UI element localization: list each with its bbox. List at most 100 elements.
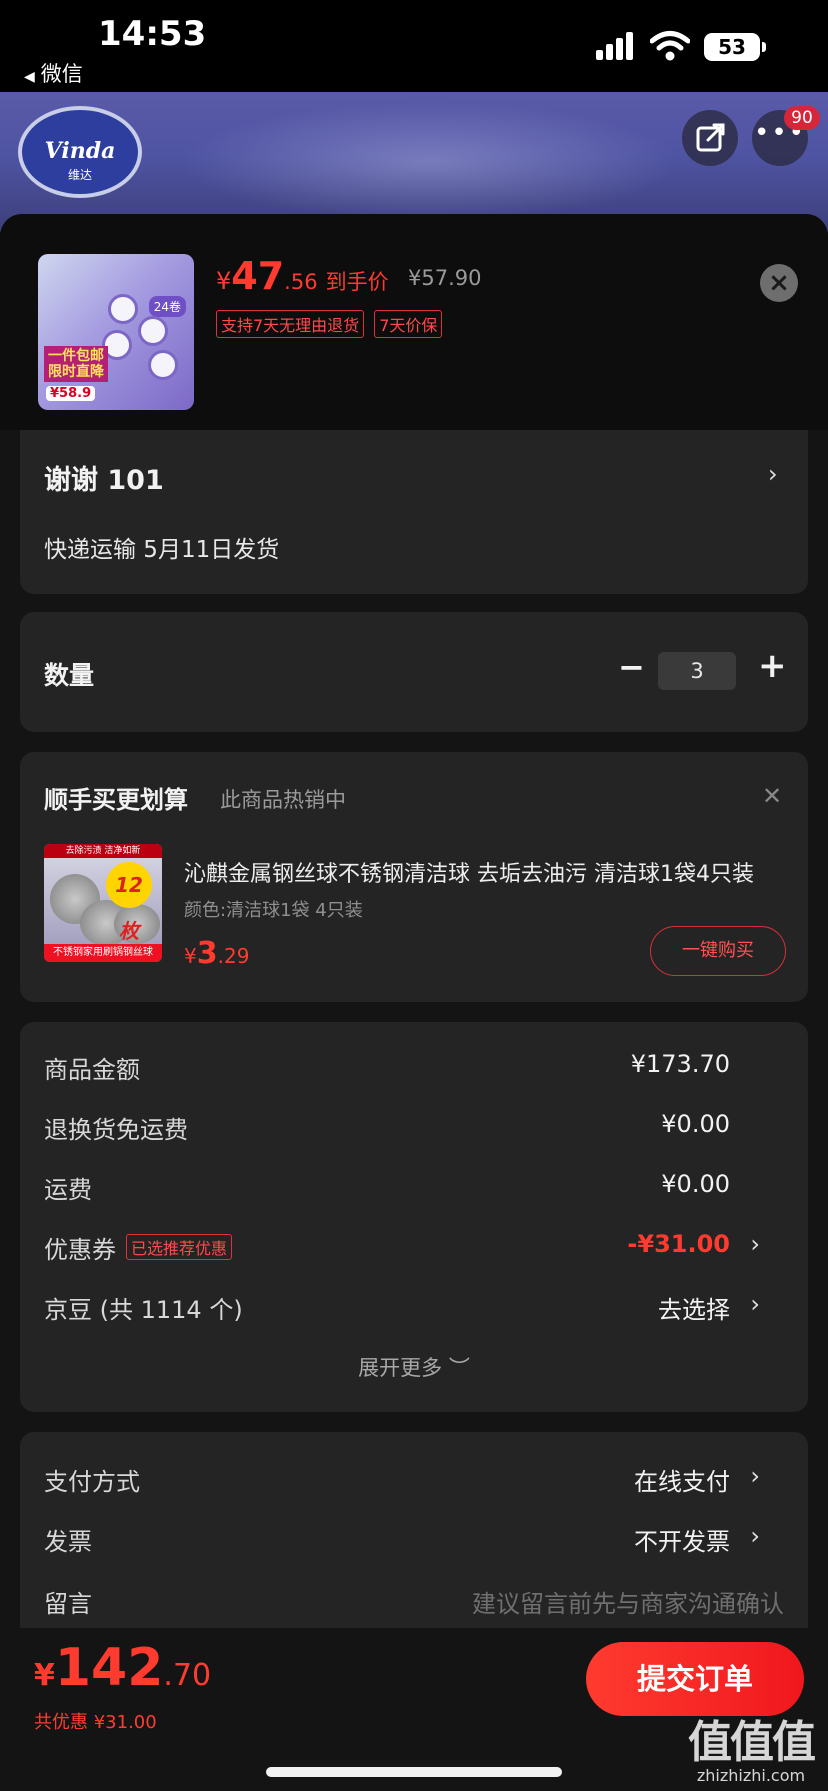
quantity-input[interactable]: 3: [658, 652, 736, 690]
summary-row-shipping-fee: 运费 ¥0.00: [44, 1170, 784, 1210]
row-label: 留言: [44, 1590, 92, 1618]
share-icon: [696, 123, 725, 152]
coupon-discount-value: -¥31.00: [627, 1230, 730, 1258]
thumb-promo-text: 一件包邮 限时直降: [44, 346, 108, 382]
addon-price-integer: 3: [196, 936, 218, 971]
summary-row-goods-amount: 商品金额 ¥173.70: [44, 1050, 784, 1090]
close-icon: ✕: [762, 782, 783, 810]
checkout-bar: ¥142.70 共优惠 ¥31.00 提交订单 值值值 zhizhizhi.co…: [0, 1628, 828, 1791]
row-label: 运费: [44, 1176, 92, 1204]
back-triangle-icon: ◀: [24, 69, 35, 85]
row-value: ¥173.70: [630, 1050, 730, 1078]
row-value: 在线支付: [634, 1468, 730, 1496]
wifi-icon: [650, 31, 690, 61]
home-indicator[interactable]: [266, 1767, 562, 1777]
chevron-right-icon: ›: [768, 460, 778, 488]
price-decimal: .56: [284, 270, 318, 294]
row-label: 优惠券 已选推荐优惠: [44, 1230, 233, 1265]
summary-row-coupon[interactable]: 优惠券 已选推荐优惠 -¥31.00 ›: [44, 1230, 784, 1270]
total-price: ¥142.70: [34, 1638, 211, 1698]
brand-logo[interactable]: Vinda 维达: [18, 106, 142, 198]
addon-thumb-foot: 不锈钢家用刷锅钢丝球: [44, 944, 162, 962]
recipient-name: 谢谢 101: [44, 465, 164, 496]
addon-price-currency: ¥: [184, 944, 197, 968]
coupon-label: 优惠券: [44, 1236, 116, 1264]
row-label: 退换货免运费: [44, 1116, 188, 1144]
quantity-card: 数量 − 3 +: [20, 612, 808, 732]
store-banner: Vinda 维达 •••: [0, 92, 828, 232]
chevron-right-icon: ›: [750, 1462, 760, 1490]
chevron-right-icon: ›: [750, 1230, 760, 1258]
close-button[interactable]: ×: [760, 264, 798, 302]
shipping-info: 快递运输 5月11日发货: [44, 537, 280, 563]
row-value: ¥0.00: [661, 1110, 730, 1138]
row-label: 发票: [44, 1528, 92, 1556]
back-app-label: 微信: [40, 62, 83, 86]
brand-logo-text: Vinda: [44, 138, 116, 164]
addon-subtitle: 此商品热销中: [220, 788, 346, 812]
price-protect-tag: 7天价保: [374, 310, 443, 338]
row-value: ¥0.00: [661, 1170, 730, 1198]
total-decimal: .70: [163, 1658, 212, 1693]
product-thumbnail[interactable]: 24卷 一件包邮 限时直降 ¥58.9: [38, 254, 194, 410]
addon-item-name[interactable]: 沁麒金属钢丝球不锈钢清洁球 去垢去油污 清洁球1袋4只装: [184, 856, 788, 888]
row-label: 京豆 (共 1114 个): [44, 1296, 243, 1324]
price-currency: ¥: [216, 267, 232, 295]
invoice-row[interactable]: 发票 不开发票 ›: [44, 1522, 784, 1562]
close-icon: ×: [768, 268, 790, 298]
row-value: 去选择: [658, 1296, 730, 1324]
payment-method-row[interactable]: 支付方式 在线支付 ›: [44, 1462, 784, 1502]
site-watermark: 值值值 zhizhizhi.com: [676, 1706, 826, 1785]
addon-item-thumbnail[interactable]: 去除污渍 洁净如新 12枚 不锈钢家用刷锅钢丝球: [44, 844, 162, 962]
addon-recommendation-card: 顺手买更划算 此商品热销中 ✕ 去除污渍 洁净如新 12枚 不锈钢家用刷锅钢丝球…: [20, 752, 808, 1002]
original-price: ¥57.90: [408, 266, 482, 290]
back-to-wechat-link[interactable]: ◀ 微信: [24, 58, 83, 88]
submit-order-button[interactable]: 提交订单: [586, 1642, 804, 1716]
addon-item-price: ¥3.29: [184, 936, 249, 971]
product-summary-sheet: 24卷 一件包邮 限时直降 ¥58.9 ¥47.56 到手价 ¥57.90 × 支…: [0, 214, 828, 430]
quantity-label: 数量: [44, 661, 95, 690]
remark-placeholder[interactable]: 建议留言前先与商家沟通确认: [472, 1584, 784, 1619]
share-button[interactable]: [682, 110, 738, 166]
message-count-badge: 90: [784, 106, 820, 130]
price-integer: 47: [231, 254, 285, 298]
remark-row[interactable]: 留言 建议留言前先与商家沟通确认: [44, 1584, 784, 1624]
battery-indicator: 53: [704, 33, 766, 61]
row-value: 不开发票: [634, 1528, 730, 1556]
addon-thumb-top: 去除污渍 洁净如新: [44, 844, 162, 858]
chevron-right-icon: ›: [750, 1290, 760, 1318]
addon-item-spec: 颜色:清洁球1袋 4只装: [184, 900, 363, 921]
total-saving: 共优惠 ¥31.00: [34, 1712, 157, 1733]
final-price: ¥47.56 到手价: [216, 254, 389, 298]
price-label: 到手价: [325, 270, 389, 294]
decrease-quantity-button[interactable]: −: [618, 648, 645, 686]
price-summary-card: 商品金额 ¥173.70 退换货免运费 ¥0.00 运费 ¥0.00 优惠券 已选…: [20, 1022, 808, 1412]
watermark-logo: 值值值: [688, 1717, 816, 1768]
thumb-roll-count: 24卷: [148, 296, 186, 317]
summary-row-jingdou[interactable]: 京豆 (共 1114 个) 去选择 ›: [44, 1290, 784, 1330]
coupon-selected-tag: 已选推荐优惠: [126, 1234, 233, 1260]
addon-price-decimal: .29: [217, 944, 250, 968]
row-label: 商品金额: [44, 1056, 140, 1084]
return-policy-tag: 支持7天无理由退货: [216, 310, 365, 338]
total-currency: ¥: [34, 1658, 55, 1693]
status-bar: 14:53 ◀ 微信 53: [0, 0, 828, 92]
service-tags: 支持7天无理由退货 7天价保: [216, 310, 452, 338]
thumb-price-tag: ¥58.9: [46, 386, 96, 401]
increase-quantity-button[interactable]: +: [758, 646, 787, 686]
cellular-signal-icon: [596, 30, 640, 60]
expand-more-button[interactable]: 展开更多 ︶: [20, 1352, 808, 1382]
dismiss-addon-button[interactable]: ✕: [762, 782, 782, 810]
brand-logo-subtext: 维达: [67, 168, 92, 182]
chevron-right-icon: ›: [750, 1522, 760, 1550]
addon-thumb-count: 12枚: [106, 862, 152, 943]
address-card[interactable]: 谢谢 101 › 快递运输 5月11日发货: [20, 430, 808, 594]
addon-title: 顺手买更划算: [44, 786, 188, 814]
row-label: 支付方式: [44, 1468, 140, 1496]
one-click-buy-button[interactable]: 一键购买: [650, 926, 786, 976]
total-integer: 142: [54, 1638, 164, 1698]
status-time: 14:53: [98, 14, 207, 54]
summary-row-return-shipping: 退换货免运费 ¥0.00: [44, 1110, 784, 1150]
order-confirm-page: 14:53 ◀ 微信 53 Vinda 维达 ••• 90 24卷 一件包邮 限…: [0, 0, 828, 1791]
watermark-url: zhizhizhi.com: [696, 1766, 806, 1785]
